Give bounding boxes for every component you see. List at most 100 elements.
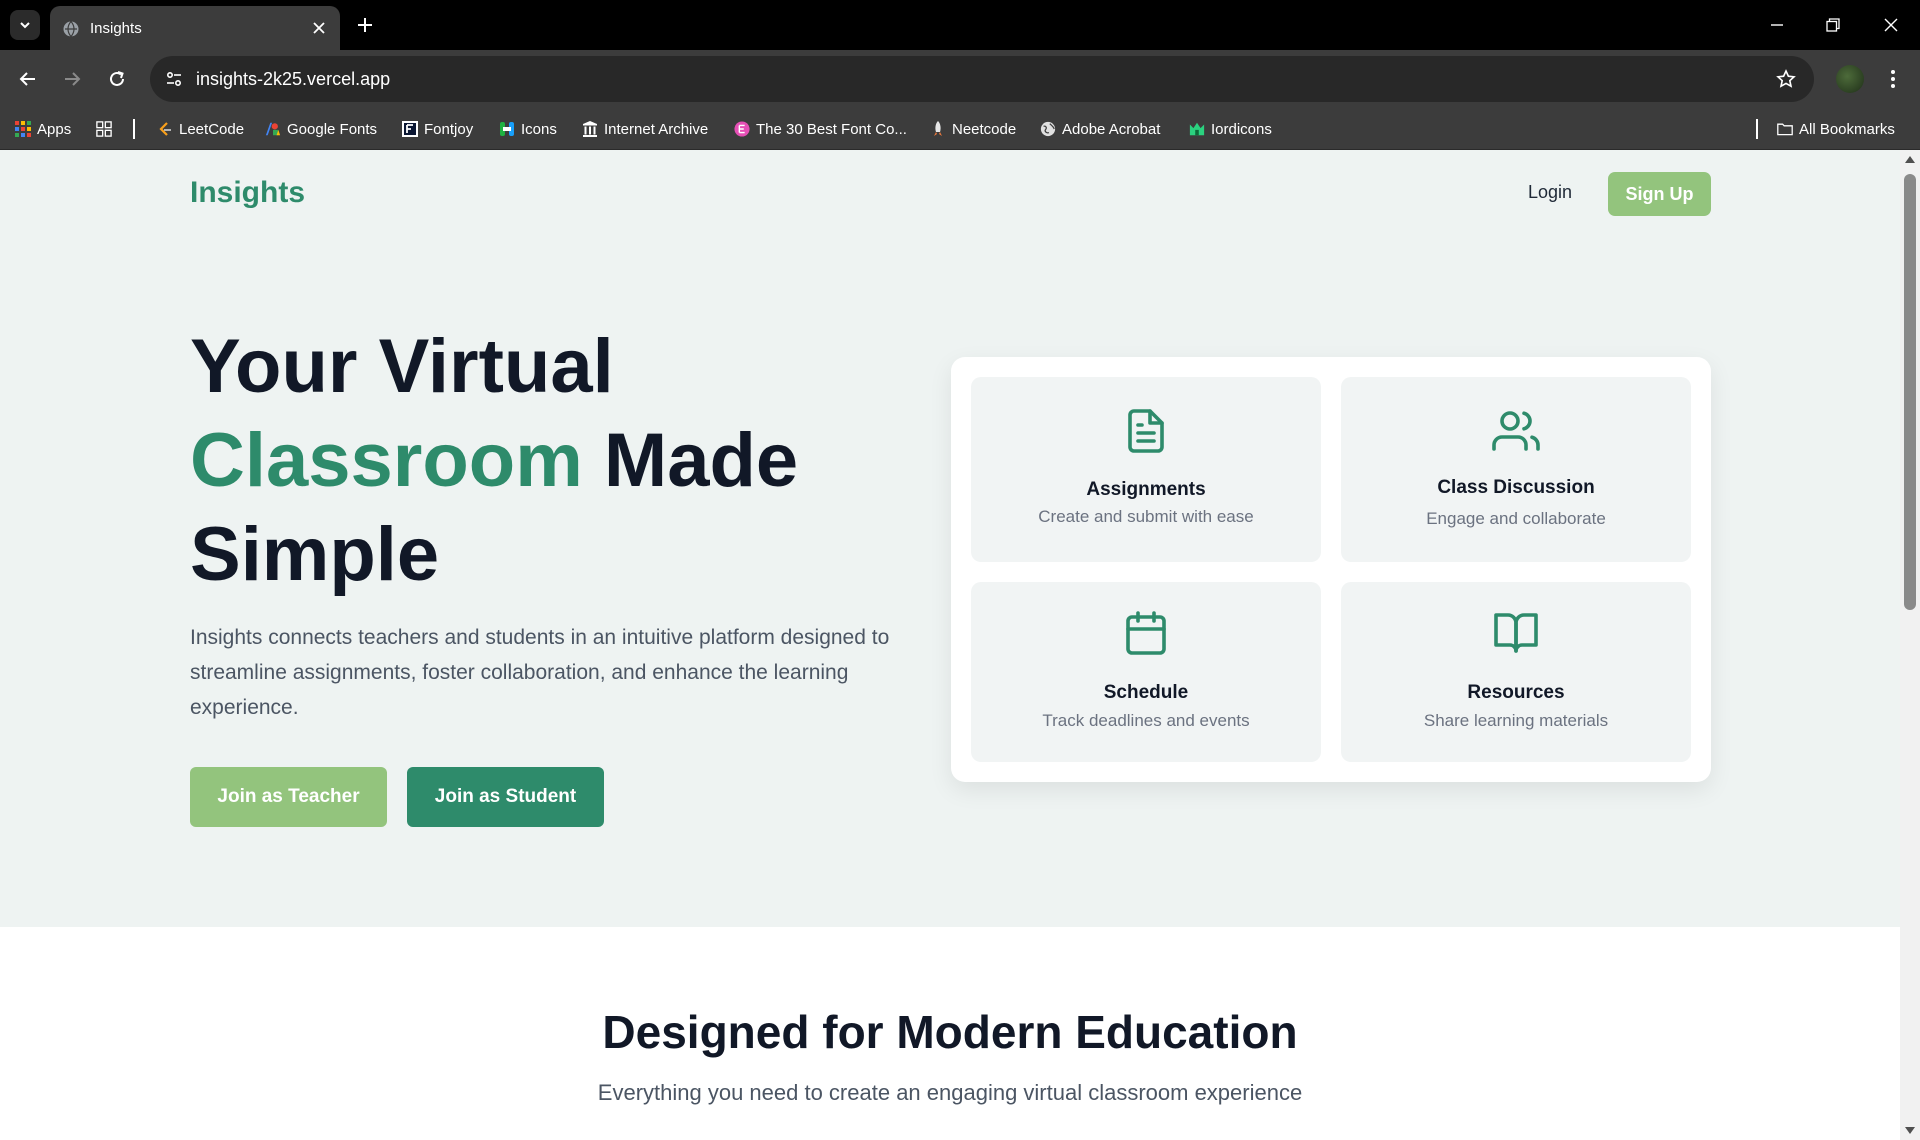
feature-description: Engage and collaborate xyxy=(1426,509,1606,528)
feature-card-resources[interactable]: Resources Share learning materials xyxy=(1341,582,1691,762)
section-subtitle: Everything you need to create an engagin… xyxy=(597,1080,1303,1105)
page-scrollbar[interactable] xyxy=(1900,150,1920,1140)
profile-avatar[interactable] xyxy=(1836,65,1864,93)
fontjoy-icon xyxy=(402,121,418,137)
feature-description: Create and submit with ease xyxy=(1038,507,1254,526)
scroll-down-arrow-icon[interactable] xyxy=(1905,1127,1915,1134)
close-icon xyxy=(1884,18,1898,32)
bookmark-neetcode[interactable]: Neetcode xyxy=(930,108,1016,150)
bookmark-label: Icons xyxy=(521,120,557,138)
hero-title-line1: Your Virtual xyxy=(190,324,614,409)
bookmark-label: Neetcode xyxy=(952,120,1017,138)
feature-title: Class Discussion xyxy=(1437,477,1595,498)
book-open-icon xyxy=(1494,613,1538,653)
signup-button[interactable]: Sign Up xyxy=(1608,172,1711,216)
minimize-button[interactable] xyxy=(1764,12,1790,38)
bookmarks-bar: Apps LeetCode Google Fonts Fontjoy Icons xyxy=(0,108,1920,150)
back-button[interactable] xyxy=(14,65,42,93)
bookmark-apps[interactable]: Apps xyxy=(15,108,71,150)
all-bookmarks-button[interactable]: All Bookmarks xyxy=(1777,108,1895,150)
bookmark-fontjoy[interactable]: Fontjoy xyxy=(402,108,473,150)
hero-title-line3: Simple xyxy=(190,512,440,597)
bookmark-separator xyxy=(1756,119,1758,139)
browser-toolbar: insights-2k25.vercel.app xyxy=(0,50,1920,108)
all-bookmarks-label: All Bookmarks xyxy=(1799,120,1895,138)
feature-title: Resources xyxy=(1467,682,1565,703)
bookmark-label: Google Fonts xyxy=(287,120,378,138)
feature-card-class-discussion[interactable]: Class Discussion Engage and collaborate xyxy=(1341,377,1691,562)
bookmark-leetcode[interactable]: LeetCode xyxy=(157,108,244,150)
arrow-right-icon xyxy=(65,72,81,86)
chevron-down-icon xyxy=(20,22,30,29)
feature-description: Share learning materials xyxy=(1423,711,1609,730)
bookmark-label: LeetCode xyxy=(179,120,245,138)
reload-button[interactable] xyxy=(103,65,131,93)
site-info-icon[interactable] xyxy=(162,67,186,91)
join-teacher-button[interactable]: Join as Teacher xyxy=(190,767,387,827)
feature-title: Assignments xyxy=(1086,479,1206,500)
forward-button[interactable] xyxy=(58,65,86,93)
more-vertical-icon xyxy=(1891,70,1895,88)
globe-icon xyxy=(63,21,79,37)
bookmark-label: The 30 Best Font Co... xyxy=(756,120,907,138)
feature-card-schedule[interactable]: Schedule Track deadlines and events xyxy=(971,582,1321,762)
tab-search-button[interactable] xyxy=(10,10,40,40)
bookmark-star-icon[interactable] xyxy=(1774,67,1798,91)
address-bar[interactable]: insights-2k25.vercel.app xyxy=(150,56,1814,102)
bookmark-icons[interactable]: Icons xyxy=(499,108,557,150)
hero-section: Insights Login Sign Up Your Virtual Clas… xyxy=(0,150,1900,927)
lordicons-icon xyxy=(1189,121,1205,137)
feature-panel: Assignments Create and submit with ease … xyxy=(951,357,1711,782)
hero-title: Your Virtual Classroom Made Simple xyxy=(190,320,950,602)
users-icon xyxy=(1492,411,1540,451)
arrow-left-icon xyxy=(19,72,35,86)
apps-grid-icon xyxy=(15,121,31,137)
hero-title-accent: Classroom xyxy=(190,418,583,503)
plus-icon xyxy=(358,18,372,32)
restore-icon xyxy=(1826,18,1840,32)
tab-groups-icon xyxy=(96,121,112,137)
neetcode-icon xyxy=(930,121,946,137)
bookmark-label: Adobe Acrobat xyxy=(1062,120,1161,138)
url-text[interactable]: insights-2k25.vercel.app xyxy=(196,69,390,90)
google-fonts-icon xyxy=(265,121,281,137)
scroll-up-arrow-icon[interactable] xyxy=(1905,156,1915,163)
calendar-icon xyxy=(1126,611,1166,655)
icons8-icon xyxy=(499,121,515,137)
leetcode-icon xyxy=(157,121,173,137)
internet-archive-icon xyxy=(582,121,598,137)
bookmark-font-collection[interactable]: The 30 Best Font Co... xyxy=(734,108,907,150)
section-title: Designed for Modern Education xyxy=(602,1006,1298,1058)
file-text-icon xyxy=(1128,409,1164,453)
feature-description: Track deadlines and events xyxy=(1042,711,1250,730)
bookmark-tab-groups[interactable] xyxy=(96,108,112,150)
close-window-button[interactable] xyxy=(1878,12,1904,38)
login-button[interactable]: Login xyxy=(1500,172,1600,212)
bookmark-label: Fontjoy xyxy=(424,120,474,138)
feature-card-assignments[interactable]: Assignments Create and submit with ease xyxy=(971,377,1321,562)
page-viewport: Insights Login Sign Up Your Virtual Clas… xyxy=(0,150,1900,1140)
join-student-button[interactable]: Join as Student xyxy=(407,767,604,827)
browser-menu-button[interactable] xyxy=(1880,65,1906,93)
font-collection-icon xyxy=(734,121,750,137)
folder-icon xyxy=(1777,121,1793,137)
scrollbar-thumb[interactable] xyxy=(1904,174,1916,610)
brand-logo[interactable]: Insights xyxy=(190,176,305,210)
bookmark-adobe-acrobat[interactable]: Adobe Acrobat xyxy=(1040,108,1160,150)
globe-icon xyxy=(1040,121,1056,137)
browser-tab[interactable]: Insights xyxy=(50,6,340,50)
bookmark-lordicons[interactable]: Iordicons xyxy=(1189,108,1272,150)
bookmark-separator xyxy=(133,119,135,139)
hero-description: Insights connects teachers and students … xyxy=(190,626,890,719)
tab-title: Insights xyxy=(90,20,142,37)
bookmark-label: Apps xyxy=(37,120,72,138)
restore-button[interactable] xyxy=(1820,12,1846,38)
close-tab-icon[interactable] xyxy=(308,17,330,39)
new-tab-button[interactable] xyxy=(352,12,378,38)
minimize-icon xyxy=(1771,24,1783,26)
bookmark-google-fonts[interactable]: Google Fonts xyxy=(265,108,377,150)
browser-tab-bar: Insights xyxy=(0,0,1920,50)
bookmark-internet-archive[interactable]: Internet Archive xyxy=(582,108,708,150)
hero-title-rest: Made xyxy=(582,418,799,503)
reload-icon xyxy=(110,71,124,86)
